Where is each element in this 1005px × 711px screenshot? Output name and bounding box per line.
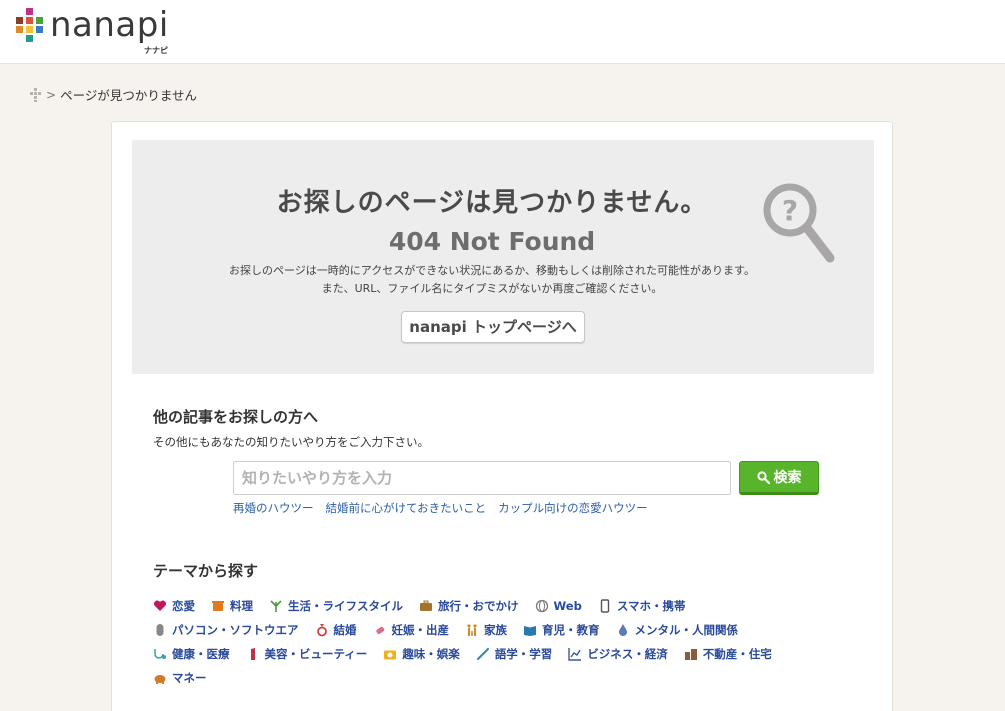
theme-link[interactable]: スマホ・携帯 [598, 598, 686, 614]
drop-icon [618, 624, 627, 636]
site-header: nanapi ナナピ [0, 0, 1005, 64]
theme-link[interactable]: 恋愛 [153, 598, 195, 614]
theme-link[interactable]: マネー [153, 670, 207, 686]
theme-link[interactable]: ビジネス・経済 [568, 646, 668, 662]
theme-label: 結婚 [333, 623, 357, 637]
piggybank-icon [154, 675, 166, 684]
theme-link[interactable]: 健康・医療 [153, 646, 230, 662]
bottle-icon [375, 626, 384, 634]
theme-label: 健康・医療 [172, 647, 230, 661]
theme-link[interactable]: 家族 [465, 622, 507, 638]
theme-link[interactable]: 結婚 [315, 622, 357, 638]
theme-link[interactable]: 料理 [211, 598, 253, 614]
search-button-label: 検索 [773, 470, 802, 486]
logo-mark-icon [16, 8, 44, 44]
theme-label: 生活・ライフスタイル [288, 599, 403, 613]
pot-icon [212, 601, 224, 611]
chevron-right-icon: > [46, 87, 57, 102]
theme-link[interactable]: 不動産・住宅 [684, 646, 772, 662]
site-logo[interactable]: nanapi ナナピ [16, 5, 169, 55]
error-code: 404 Not Found [388, 227, 596, 256]
theme-label: 趣味・娯楽 [402, 647, 460, 661]
theme-label: 家族 [484, 623, 507, 637]
theme-label: スマホ・携帯 [616, 599, 686, 613]
theme-link[interactable]: パソコン・ソフトウエア [153, 622, 299, 638]
logo-subtext: ナナピ [144, 46, 168, 55]
description-line-2: また、URL、ファイル名にタイプミスがないか再度ご確認ください。 [321, 282, 663, 295]
theme-label: 妊娠・出産 [391, 623, 450, 637]
bag-icon [420, 600, 432, 611]
suggestion-link[interactable]: 結婚前に心がけておきたいこと [326, 500, 487, 516]
graph-icon [568, 648, 582, 661]
search-section-title: 他の記事をお探しの方へ [153, 408, 319, 426]
theme-row: 健康・医療 美容・ビューティー 趣味・娯楽 語学・学習 ビジネス・経済 不動産・住宅 [153, 642, 853, 666]
theme-link[interactable]: 趣味・娯楽 [383, 646, 460, 662]
not-found-panel: お探しのページは見つかりません。 404 Not Found お探しのページは一… [132, 140, 874, 374]
mouse-icon [156, 624, 164, 636]
theme-label: パソコン・ソフトウエア [172, 623, 299, 637]
not-found-description: お探しのページは一時的にアクセスができない状況にあるか、移動もしくは削除された可… [132, 262, 852, 298]
theme-row: パソコン・ソフトウエア 結婚 妊娠・出産 家族 育児・教育 メンタル・人間関係 [153, 618, 853, 642]
theme-link[interactable]: 妊娠・出産 [373, 622, 450, 638]
search-input[interactable] [233, 461, 731, 495]
heart-icon [153, 600, 167, 611]
logo-text: nanapi [50, 5, 169, 45]
svg-text:?: ? [782, 194, 798, 227]
description-line-1: お探しのページは一時的にアクセスができない状況にあるか、移動もしくは削除された可… [229, 264, 755, 277]
theme-label: 美容・ビューティー [264, 647, 368, 661]
theme-label: 旅行・おでかけ [438, 599, 519, 613]
magnifier-question-icon: ? [763, 183, 835, 263]
theme-label: 育児・教育 [542, 623, 600, 637]
pen-icon [476, 647, 489, 661]
stethoscope-icon [154, 649, 166, 659]
theme-label: 恋愛 [172, 599, 195, 613]
family-icon [467, 624, 477, 636]
search-suggestions: 再婚のハウツー 結婚前に心がけておきたいこと カップル向けの恋愛ハウツー [233, 500, 660, 516]
theme-list: 恋愛 料理 生活・ライフスタイル 旅行・おでかけ Web スマホ・携帯パソコン・ソフトウエ… [153, 594, 853, 690]
search-icon [756, 470, 770, 484]
globe-icon [535, 599, 548, 613]
main-card: お探しのページは見つかりません。 404 Not Found お探しのページは一… [111, 121, 893, 711]
suggestion-link[interactable]: カップル向けの恋愛ハウツー [498, 500, 648, 516]
suggestion-link[interactable]: 再婚のハウツー [233, 500, 314, 516]
theme-link[interactable]: Web [535, 599, 582, 613]
top-page-button[interactable]: nanapi トップページへ [401, 311, 585, 343]
themes-section-title: テーマから探す [153, 562, 259, 580]
ring-icon [316, 624, 327, 637]
search-help-text: その他にもあなたの知りたいやり方をご入力下さい。 [153, 435, 429, 449]
theme-label: マネー [172, 671, 207, 685]
camera-icon [384, 650, 397, 660]
theme-link[interactable]: 旅行・おでかけ [419, 598, 519, 614]
theme-link[interactable]: 生活・ライフスタイル [269, 598, 403, 614]
theme-label: Web [553, 599, 582, 613]
breadcrumb-current: ページが見つかりません [60, 88, 197, 103]
not-found-title: お探しのページは見つかりません。 [276, 188, 708, 218]
theme-link[interactable]: 育児・教育 [523, 622, 600, 638]
theme-link[interactable]: 美容・ビューティー [246, 646, 368, 662]
theme-label: 料理 [230, 599, 253, 613]
home-crumb-icon[interactable] [30, 87, 42, 102]
theme-link[interactable]: 語学・学習 [476, 646, 553, 662]
lipstick-icon [250, 648, 255, 660]
plant-icon [270, 600, 282, 612]
theme-label: 語学・学習 [494, 647, 553, 661]
theme-label: メンタル・人間関係 [634, 623, 739, 637]
theme-label: ビジネス・経済 [587, 647, 668, 661]
theme-row: 恋愛 料理 生活・ライフスタイル 旅行・おでかけ Web スマホ・携帯 [153, 594, 853, 618]
building-icon [684, 649, 697, 660]
phone-icon [600, 599, 610, 613]
theme-link[interactable]: メンタル・人間関係 [616, 622, 739, 638]
theme-label: 不動産・住宅 [702, 647, 772, 661]
book-icon [524, 626, 536, 636]
breadcrumb: > ページが見つかりません [30, 85, 197, 104]
search-button[interactable]: 検索 [739, 461, 819, 495]
theme-row: マネー [153, 666, 853, 690]
